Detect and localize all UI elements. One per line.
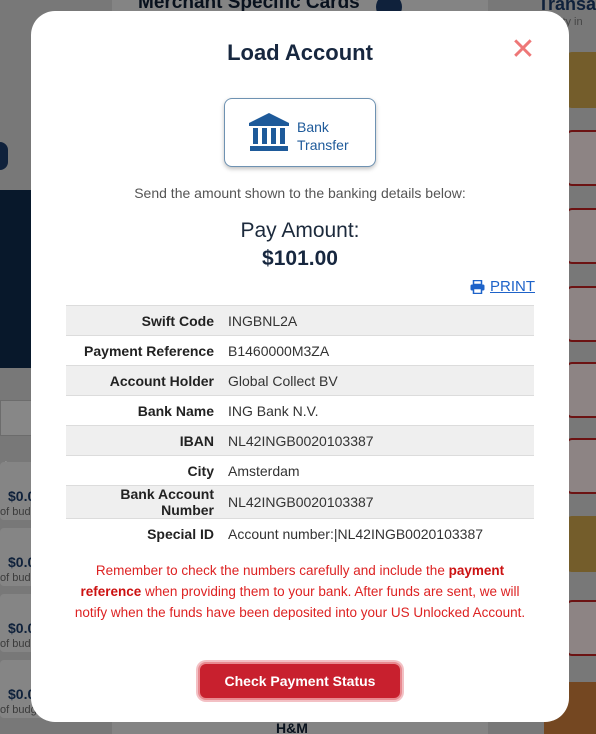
detail-value: Account number:|NL42INGB0020103387 xyxy=(224,518,534,549)
detail-value: Global Collect BV xyxy=(224,365,534,396)
bank-icon xyxy=(249,113,289,151)
table-row: Special ID Account number:|NL42INGB00201… xyxy=(66,518,534,549)
close-icon[interactable]: ✕ xyxy=(510,35,536,65)
detail-value: NL42INGB0020103387 xyxy=(224,485,534,519)
print-link[interactable]: PRINT xyxy=(470,278,535,295)
detail-value: INGBNL2A xyxy=(224,305,534,336)
detail-label: Payment Reference xyxy=(66,335,224,366)
pay-amount-label: Pay Amount: xyxy=(240,219,360,242)
table-row: IBAN NL42INGB0020103387 xyxy=(66,425,534,456)
table-row: Bank Name ING Bank N.V. xyxy=(66,395,534,426)
modal-title: Load Account xyxy=(227,40,373,65)
table-row: Account Holder Global Collect BV xyxy=(66,365,534,396)
instruction-text: Send the amount shown to the banking det… xyxy=(134,185,466,201)
detail-value: Amsterdam xyxy=(224,455,534,486)
detail-value: NL42INGB0020103387 xyxy=(224,425,534,456)
printer-icon xyxy=(470,279,485,294)
pay-amount-value: $101.00 xyxy=(262,247,338,270)
detail-label: Swift Code xyxy=(66,305,224,336)
load-account-modal: Load Account ✕ Bank Transfer Send the am… xyxy=(31,11,569,722)
bank-transfer-button[interactable]: Bank Transfer xyxy=(224,98,376,167)
detail-value: ING Bank N.V. xyxy=(224,395,534,426)
detail-label: Bank Name xyxy=(66,395,224,426)
detail-label: Account Holder xyxy=(66,365,224,396)
bank-details-table: Swift Code INGBNL2A Payment Reference B1… xyxy=(66,305,534,549)
table-row: Payment Reference B1460000M3ZA xyxy=(66,335,534,366)
detail-label: City xyxy=(66,455,224,486)
table-row: City Amsterdam xyxy=(66,455,534,486)
print-label: PRINT xyxy=(490,278,535,295)
check-payment-status-button[interactable]: Check Payment Status xyxy=(198,662,402,700)
payment-notice: Remember to check the numbers carefully … xyxy=(74,563,526,620)
detail-value: B1460000M3ZA xyxy=(224,335,534,366)
bank-transfer-label: Bank Transfer xyxy=(297,119,349,153)
table-row: Bank Account Number NL42INGB0020103387 xyxy=(66,485,534,519)
detail-label: IBAN xyxy=(66,425,224,456)
detail-label: Special ID xyxy=(66,518,224,549)
table-row: Swift Code INGBNL2A xyxy=(66,305,534,336)
detail-label: Bank Account Number xyxy=(66,485,224,519)
